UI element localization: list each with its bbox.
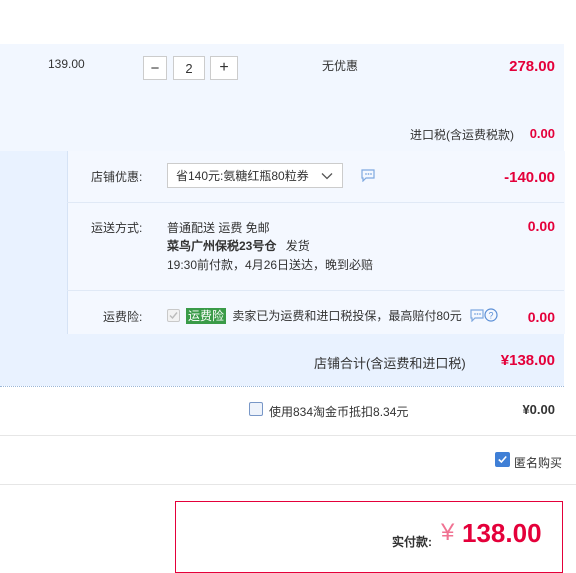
- increase-quantity-button[interactable]: +: [210, 56, 238, 80]
- use-coins-checkbox[interactable]: [249, 402, 263, 416]
- message-icon[interactable]: [470, 309, 484, 322]
- unit-price: 139.00: [48, 57, 85, 71]
- coins-divider: [0, 435, 576, 436]
- shop-separator: [67, 290, 564, 291]
- delivery-estimate: 19:30前付款，4月26日送达，晚到必赔: [167, 258, 374, 272]
- coupon-select-value: 省140元:氨糖红瓶80粒券: [176, 169, 309, 183]
- payment-amount: 138.00: [462, 518, 542, 548]
- message-icon[interactable]: [361, 169, 375, 182]
- check-icon: [169, 312, 178, 320]
- freight-insurance-text: 卖家已为运费和进口税投保，最高赔付80元: [232, 309, 462, 323]
- anonymous-divider: [0, 484, 576, 485]
- check-icon: [498, 455, 507, 464]
- shipping-value: 0.00: [527, 218, 555, 234]
- minus-icon: −: [150, 59, 160, 77]
- item-subtotal: 278.00: [509, 58, 555, 75]
- import-tax-label: 进口税(含运费税款): [410, 128, 514, 142]
- shop-separator: [67, 202, 564, 203]
- shop-total-label: 店铺合计(含运费和进口税): [314, 356, 466, 371]
- chevron-down-icon: [321, 173, 333, 180]
- decrease-quantity-button[interactable]: −: [143, 56, 167, 80]
- freight-insurance-checkbox: [167, 309, 180, 322]
- item-discount: 无优惠: [322, 59, 359, 73]
- warehouse-suffix: 发货: [285, 239, 310, 253]
- shop-discount-value: -140.00: [504, 169, 555, 186]
- anonymous-checkbox[interactable]: [495, 452, 510, 467]
- shipping-warehouse-line: 菜鸟广州保税23号仓 发货: [167, 237, 310, 254]
- svg-text:?: ?: [488, 311, 493, 321]
- shipping-method: 普通配送 运费 免邮: [167, 221, 270, 235]
- payment-label: 实付款:: [392, 535, 432, 549]
- freight-insurance-info: 运费险 卖家已为运费和进口税投保，最高赔付80元: [186, 307, 462, 324]
- import-tax-value: 0.00: [529, 126, 555, 141]
- quantity-input[interactable]: 2: [173, 56, 205, 80]
- freight-insurance-label: 运费险:: [103, 310, 143, 324]
- warehouse-name: 菜鸟广州保税23号仓: [167, 239, 277, 253]
- plus-icon: +: [219, 59, 229, 76]
- coupon-select[interactable]: 省140元:氨糖红瓶80粒券: [167, 163, 343, 188]
- freight-insurance-value: 0.00: [527, 309, 555, 325]
- shipping-label: 运送方式:: [91, 221, 143, 235]
- shop-total-value: ¥138.00: [500, 352, 555, 369]
- currency-symbol: ¥: [441, 519, 455, 546]
- help-icon[interactable]: ?: [484, 308, 498, 322]
- shop-divider: [0, 386, 564, 387]
- coins-value: ¥0.00: [522, 402, 555, 417]
- coins-text: 使用834淘金币抵扣8.34元: [269, 405, 409, 419]
- anonymous-label: 匿名购买: [514, 456, 563, 470]
- freight-insurance-tag: 运费险: [186, 308, 227, 324]
- shop-discount-label: 店铺优惠:: [91, 170, 143, 184]
